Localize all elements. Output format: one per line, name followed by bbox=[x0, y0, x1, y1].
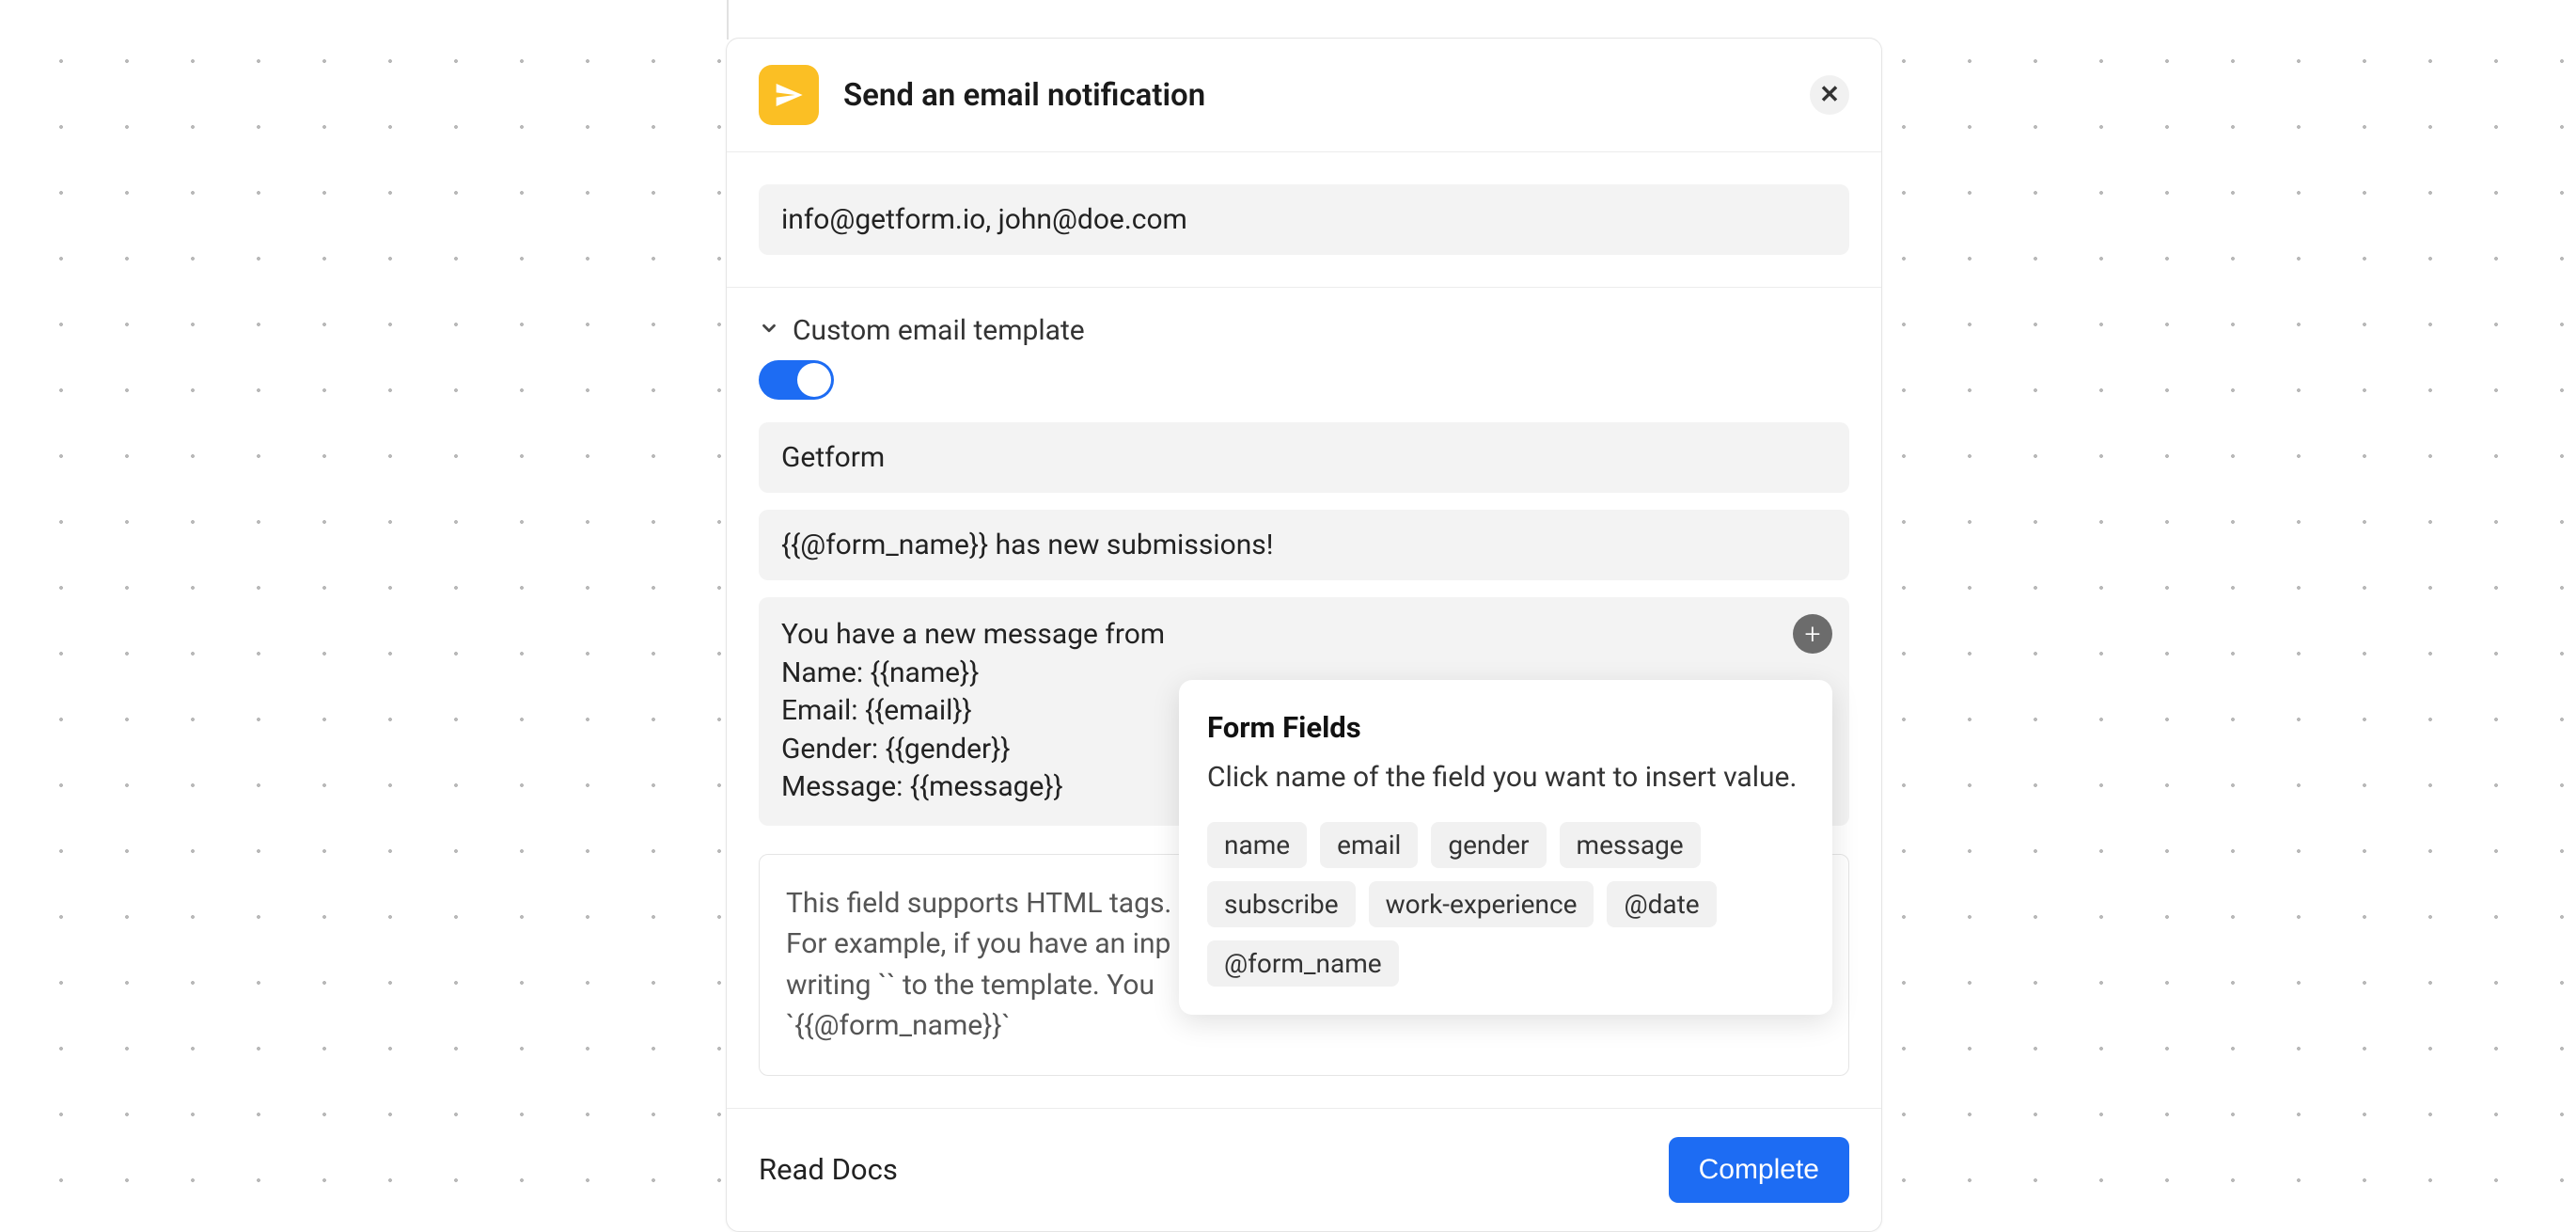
from-name-input[interactable] bbox=[759, 422, 1849, 493]
recipients-input[interactable] bbox=[759, 184, 1849, 255]
field-tag-message[interactable]: message bbox=[1560, 822, 1701, 868]
collapse-label: Custom email template bbox=[793, 314, 1085, 347]
email-notification-modal: Send an email notification ✕ Custom emai… bbox=[726, 38, 1882, 1232]
modal-title: Send an email notification bbox=[843, 77, 1205, 114]
field-tag-work-experience[interactable]: work-experience bbox=[1369, 881, 1594, 927]
subject-input[interactable] bbox=[759, 510, 1849, 580]
field-tag-gender[interactable]: gender bbox=[1431, 822, 1546, 868]
plus-icon: + bbox=[1805, 618, 1821, 651]
close-icon: ✕ bbox=[1819, 81, 1840, 109]
form-fields-popover: Form Fields Click name of the field you … bbox=[1179, 680, 1832, 1015]
read-docs-link[interactable]: Read Docs bbox=[759, 1152, 898, 1187]
field-tag-email[interactable]: email bbox=[1320, 822, 1418, 868]
connector-line bbox=[727, 0, 729, 39]
send-icon bbox=[759, 65, 819, 125]
collapse-toggle-row[interactable]: Custom email template bbox=[759, 314, 1849, 347]
field-tag-subscribe[interactable]: subscribe bbox=[1207, 881, 1356, 927]
field-tag-date[interactable]: @date bbox=[1607, 881, 1716, 927]
popover-title: Form Fields bbox=[1207, 710, 1804, 745]
complete-button[interactable]: Complete bbox=[1669, 1137, 1849, 1203]
chevron-down-icon bbox=[759, 318, 779, 344]
modal-header: Send an email notification ✕ bbox=[727, 39, 1881, 152]
insert-field-button[interactable]: + bbox=[1793, 614, 1832, 654]
close-button[interactable]: ✕ bbox=[1810, 75, 1849, 115]
toggle-knob bbox=[797, 363, 831, 397]
recipients-section bbox=[727, 152, 1881, 288]
field-tag-list: name email gender message subscribe work-expe… bbox=[1207, 822, 1804, 987]
popover-description: Click name of the field you want to inse… bbox=[1207, 758, 1804, 798]
modal-footer: Read Docs Complete bbox=[727, 1109, 1881, 1231]
custom-template-toggle[interactable] bbox=[759, 360, 834, 400]
field-tag-form-name[interactable]: @form_name bbox=[1207, 940, 1399, 987]
field-tag-name[interactable]: name bbox=[1207, 822, 1307, 868]
